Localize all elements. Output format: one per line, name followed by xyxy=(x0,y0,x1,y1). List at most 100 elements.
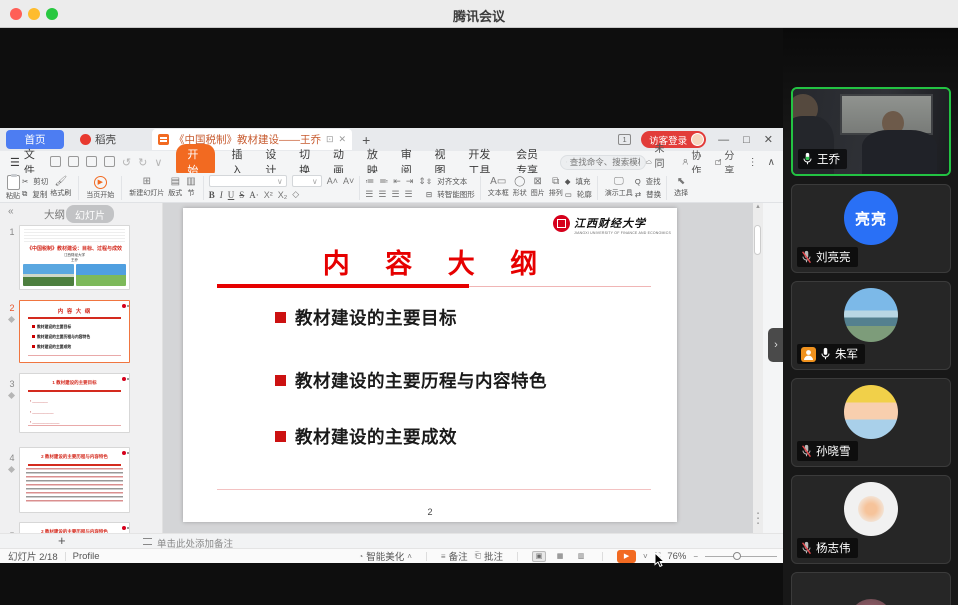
copy-button[interactable]: ⧉复制 xyxy=(22,189,48,200)
slide-thumbnail-5[interactable]: 2 教材建设的主要历程与内容特色 xyxy=(19,522,130,533)
replace-button[interactable]: ⇄替换 xyxy=(635,189,661,200)
mic-muted-icon xyxy=(801,541,812,555)
align-right-icon[interactable]: ☰ xyxy=(391,189,399,200)
participant-tile-partial[interactable] xyxy=(791,572,951,605)
fill-button[interactable]: ◆填充 xyxy=(565,176,592,187)
slide-thumbnail-2-selected[interactable]: 内 容 大 纲 教材建设的主要目标 教材建设的主要历程与内容特色 教材建设的主要… xyxy=(19,300,130,363)
tab-slides-view[interactable]: 幻灯片 xyxy=(66,205,114,223)
collapse-panel-icon[interactable]: « xyxy=(8,206,14,217)
layout-button[interactable]: ▤ 版式 xyxy=(166,177,184,198)
scrollbar-nav-dots[interactable]: ▪▪▪ xyxy=(753,512,763,527)
output-icon[interactable] xyxy=(68,156,79,167)
font-family-select[interactable]: ∨ xyxy=(209,175,287,187)
customize-toolbar-icon[interactable]: ∨ xyxy=(154,156,162,169)
underline-button[interactable]: U xyxy=(228,190,235,200)
window-switch-icon[interactable]: 1 xyxy=(618,134,631,145)
command-search[interactable] xyxy=(560,155,646,170)
smart-beautify-button[interactable]: ◔ 智能美化 ˄ xyxy=(358,549,412,563)
scroll-up-icon[interactable]: ▲ xyxy=(753,204,763,210)
font-color-button[interactable]: A· xyxy=(249,190,259,200)
shape-button[interactable]: ◯ 形状 xyxy=(511,177,529,198)
slide-sorter-view-button[interactable]: ▦ xyxy=(553,551,567,562)
bullet-list-icon[interactable]: ≔ xyxy=(365,176,374,187)
zoom-out-icon[interactable]: − xyxy=(693,552,698,561)
slide-thumbnail-1[interactable]: 《中国税制》教材建设：目标、过程与成效 江西财经大学 王乔 xyxy=(19,225,130,290)
print-icon[interactable] xyxy=(86,156,97,167)
bullet-square-icon xyxy=(275,375,286,386)
justify-icon[interactable]: ☰ xyxy=(405,189,413,200)
save-icon[interactable] xyxy=(50,156,61,167)
vertical-scrollbar[interactable]: ▲ ▪▪▪ xyxy=(753,203,763,533)
more-menu-icon[interactable]: ⋮ xyxy=(748,157,758,168)
zoom-slider-knob[interactable] xyxy=(733,552,741,560)
close-tab-icon[interactable]: ✕ xyxy=(339,134,347,145)
smart-graphic-button[interactable]: ⊟转智能图形 xyxy=(426,189,475,200)
participant-tile[interactable]: 孙晓雪 xyxy=(791,378,951,467)
find-icon: Q xyxy=(635,177,641,186)
participant-tile-active[interactable]: 王乔 xyxy=(791,87,951,176)
participant-tile[interactable]: 朱军 xyxy=(791,281,951,370)
align-left-icon[interactable]: ☰ xyxy=(365,189,373,200)
font-size-select[interactable]: ∨ xyxy=(292,175,322,187)
collapse-ribbon-icon[interactable]: ∧ xyxy=(768,157,775,168)
comments-button[interactable]: ⎗ 批注 xyxy=(475,549,503,563)
redo-icon[interactable]: ↻ xyxy=(138,156,147,169)
tab-outline-view[interactable]: 大纲 xyxy=(44,207,65,222)
outline-button[interactable]: ▭轮廓 xyxy=(565,189,592,200)
profile-label[interactable]: Profile xyxy=(73,551,100,562)
scrollbar-thumb[interactable] xyxy=(754,225,761,255)
increase-font-icon[interactable]: A˄ xyxy=(327,176,338,186)
new-slide-button[interactable]: ⊞ 新建幻灯片 xyxy=(127,177,166,198)
find-button[interactable]: Q查找 xyxy=(635,176,661,187)
format-painter-button[interactable]: 🖌 格式刷 xyxy=(48,177,73,198)
participant-tile[interactable]: 亮亮 刘亮亮 xyxy=(791,184,951,273)
normal-view-button[interactable]: ▣ xyxy=(532,551,546,562)
picture-button[interactable]: ⊠ 图片 xyxy=(529,177,547,198)
panel-collapse-handle[interactable]: › xyxy=(768,328,784,362)
line-spacing-icon[interactable]: ⇕ xyxy=(418,176,426,187)
add-slide-button[interactable]: + xyxy=(58,534,66,548)
play-from-current-button[interactable]: ▶ 当页开始 xyxy=(84,176,116,200)
strikethrough-button[interactable]: S xyxy=(239,190,244,200)
arrange-button[interactable]: ⧉ 排列 xyxy=(547,177,565,198)
superscript-button[interactable]: X² xyxy=(264,190,273,200)
thumb3-bottomline xyxy=(28,425,121,426)
number-list-icon[interactable]: ≕ xyxy=(379,176,388,187)
section-icon: ▥ xyxy=(186,177,195,187)
reading-view-button[interactable]: ▥ xyxy=(574,551,588,562)
slide-thumbnail-4[interactable]: 2 教材建设的主要历程与内容特色 xyxy=(19,447,130,513)
subscript-button[interactable]: X₂ xyxy=(278,190,288,200)
select-button[interactable]: ⬉ 选择 xyxy=(672,177,690,198)
zoom-level[interactable]: 76% xyxy=(667,551,686,562)
bold-button[interactable]: B xyxy=(209,190,215,200)
slide-thumbnail-3[interactable]: 1 教材建设的主要目标 ▪ ________▪ ___________▪ ___… xyxy=(19,373,130,433)
zoom-slider[interactable] xyxy=(705,551,777,562)
textbox-button[interactable]: A▭ 文本框 xyxy=(486,177,511,198)
clear-format-icon[interactable]: ◇ xyxy=(292,189,299,200)
align-text-button[interactable]: ⇳对齐文本 xyxy=(426,176,475,187)
outline-label: 轮廓 xyxy=(577,189,592,200)
tab-docer[interactable]: 稻壳 xyxy=(72,130,124,149)
current-slide[interactable]: 江西财经大学 JIANGXI UNIVERSITY OF FINANCE AND… xyxy=(183,208,677,522)
preview-icon[interactable] xyxy=(104,156,115,167)
participant-tile[interactable]: 杨志伟 xyxy=(791,475,951,564)
paste-button[interactable]: 粘贴 xyxy=(4,175,22,201)
decrease-font-icon[interactable]: A˅ xyxy=(343,176,354,186)
pin-tab-icon[interactable]: ⊡ xyxy=(326,134,334,145)
cut-button[interactable]: ✂剪切 xyxy=(22,176,48,187)
notes-toggle-button[interactable]: ≡ 备注 xyxy=(441,549,468,563)
indent-decrease-icon[interactable]: ⇤ xyxy=(393,176,401,187)
search-input[interactable] xyxy=(570,157,640,167)
present-tools-button[interactable]: 🖵 演示工具 xyxy=(603,177,635,198)
participant-name: 朱军 xyxy=(835,346,858,362)
italic-button[interactable]: I xyxy=(220,190,223,200)
panel-tabs: « 大纲 幻灯片 xyxy=(0,203,162,223)
align-center-icon[interactable]: ☰ xyxy=(378,189,386,200)
indent-increase-icon[interactable]: ⇥ xyxy=(406,176,414,187)
title-underline-thin xyxy=(469,286,651,287)
section-button[interactable]: ▥ 节 xyxy=(184,177,197,198)
play-options-chevron-icon[interactable]: ˅ xyxy=(643,552,648,561)
wps-menu-bar: ☰ 文件 ↺ ↻ ∨ 开始 插入 设计 切换 动画 xyxy=(0,151,783,173)
undo-icon[interactable]: ↺ xyxy=(122,156,131,169)
slideshow-play-button[interactable]: ▶ xyxy=(617,550,636,563)
